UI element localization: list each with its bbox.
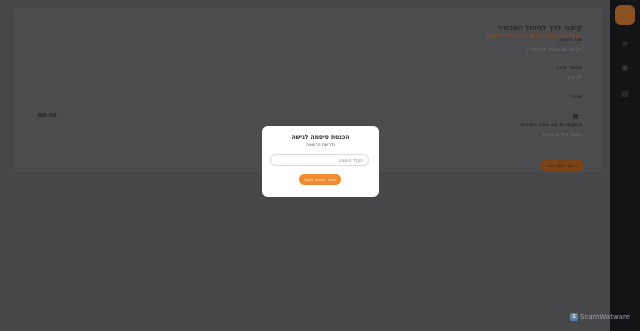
field-label-contact: התקשרות עם ספק השירות [520,122,582,128]
user-icon[interactable]: ◉ [621,64,629,72]
info-icon [573,114,578,119]
sidebar-logo[interactable] [615,5,635,25]
document-icon[interactable]: ▤ [621,90,629,98]
watermark-logo-icon: S [570,313,579,321]
field-label-price: מחיר [570,94,582,100]
field-label-provider: סוג הספק [559,37,582,43]
price-value: ₪0.00 [38,113,57,119]
password-input[interactable] [270,154,369,166]
page-title: קיצור דרך לניהול המכשיר [497,24,582,32]
field-value-contact: כתובת מייל או טלפון [542,133,582,138]
modal-subtitle: נדרשת הרשאה [306,143,335,148]
field-value-contract: לא זמין [568,76,582,81]
continue-button: המשך לשלב הבא [540,160,584,171]
modal-title: הכנסת סיסמה לגישה [291,134,350,141]
password-modal: הכנסת סיסמה לגישה נדרשת הרשאה אישור וכני… [262,126,379,197]
sidebar: ≡ ◉ ▤ [610,0,640,331]
watermark: S ScamWatware [570,313,630,321]
submit-button[interactable]: אישור וכניסה לאתר [299,174,341,185]
watermark-text: ScamWatware [580,313,630,321]
field-label-contract: מספר חוזה [556,65,582,71]
menu-icon[interactable]: ≡ [621,40,629,48]
field-value-provider: הזן את שם הספק או החברה [526,48,582,53]
